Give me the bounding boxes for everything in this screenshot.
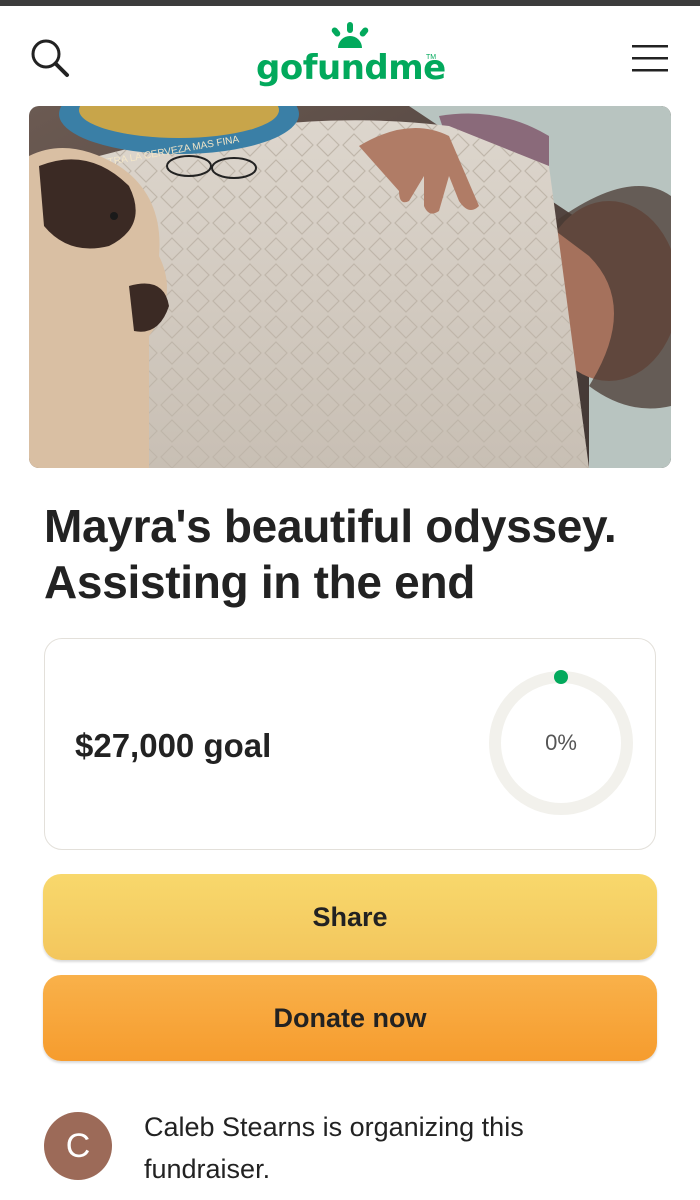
search-icon: [31, 39, 69, 77]
logo-sun-rays: [331, 22, 369, 48]
logo-text: gofundme: [256, 48, 446, 88]
menu-button[interactable]: [622, 30, 678, 86]
organizer-text: Caleb Stearns is organizing this fundrai…: [144, 1112, 524, 1184]
goal-amount: $27,000 goal: [75, 727, 272, 764]
search-button[interactable]: [22, 30, 78, 86]
campaign-hero-image: EXTRA LA CERVEZA MAS FINA: [29, 106, 671, 468]
goal-card: $27,000 goal 0%: [44, 638, 656, 850]
hero-photo: EXTRA LA CERVEZA MAS FINA: [29, 106, 671, 468]
campaign-title: Mayra's beautiful odyssey. Assisting in …: [44, 500, 617, 608]
site-header: gofundme TM: [0, 6, 700, 106]
donate-now-button[interactable]: Donate now: [43, 975, 657, 1061]
share-button[interactable]: Share: [43, 874, 657, 960]
organizer-section: C Caleb Stearns is organizing this fundr…: [44, 1106, 664, 1200]
avatar[interactable]: C: [44, 1112, 112, 1180]
logo-trademark: TM: [426, 54, 437, 61]
gofundme-logo[interactable]: gofundme TM: [250, 18, 450, 98]
progress-percent: 0%: [545, 730, 577, 755]
menu-icon: [632, 45, 668, 72]
